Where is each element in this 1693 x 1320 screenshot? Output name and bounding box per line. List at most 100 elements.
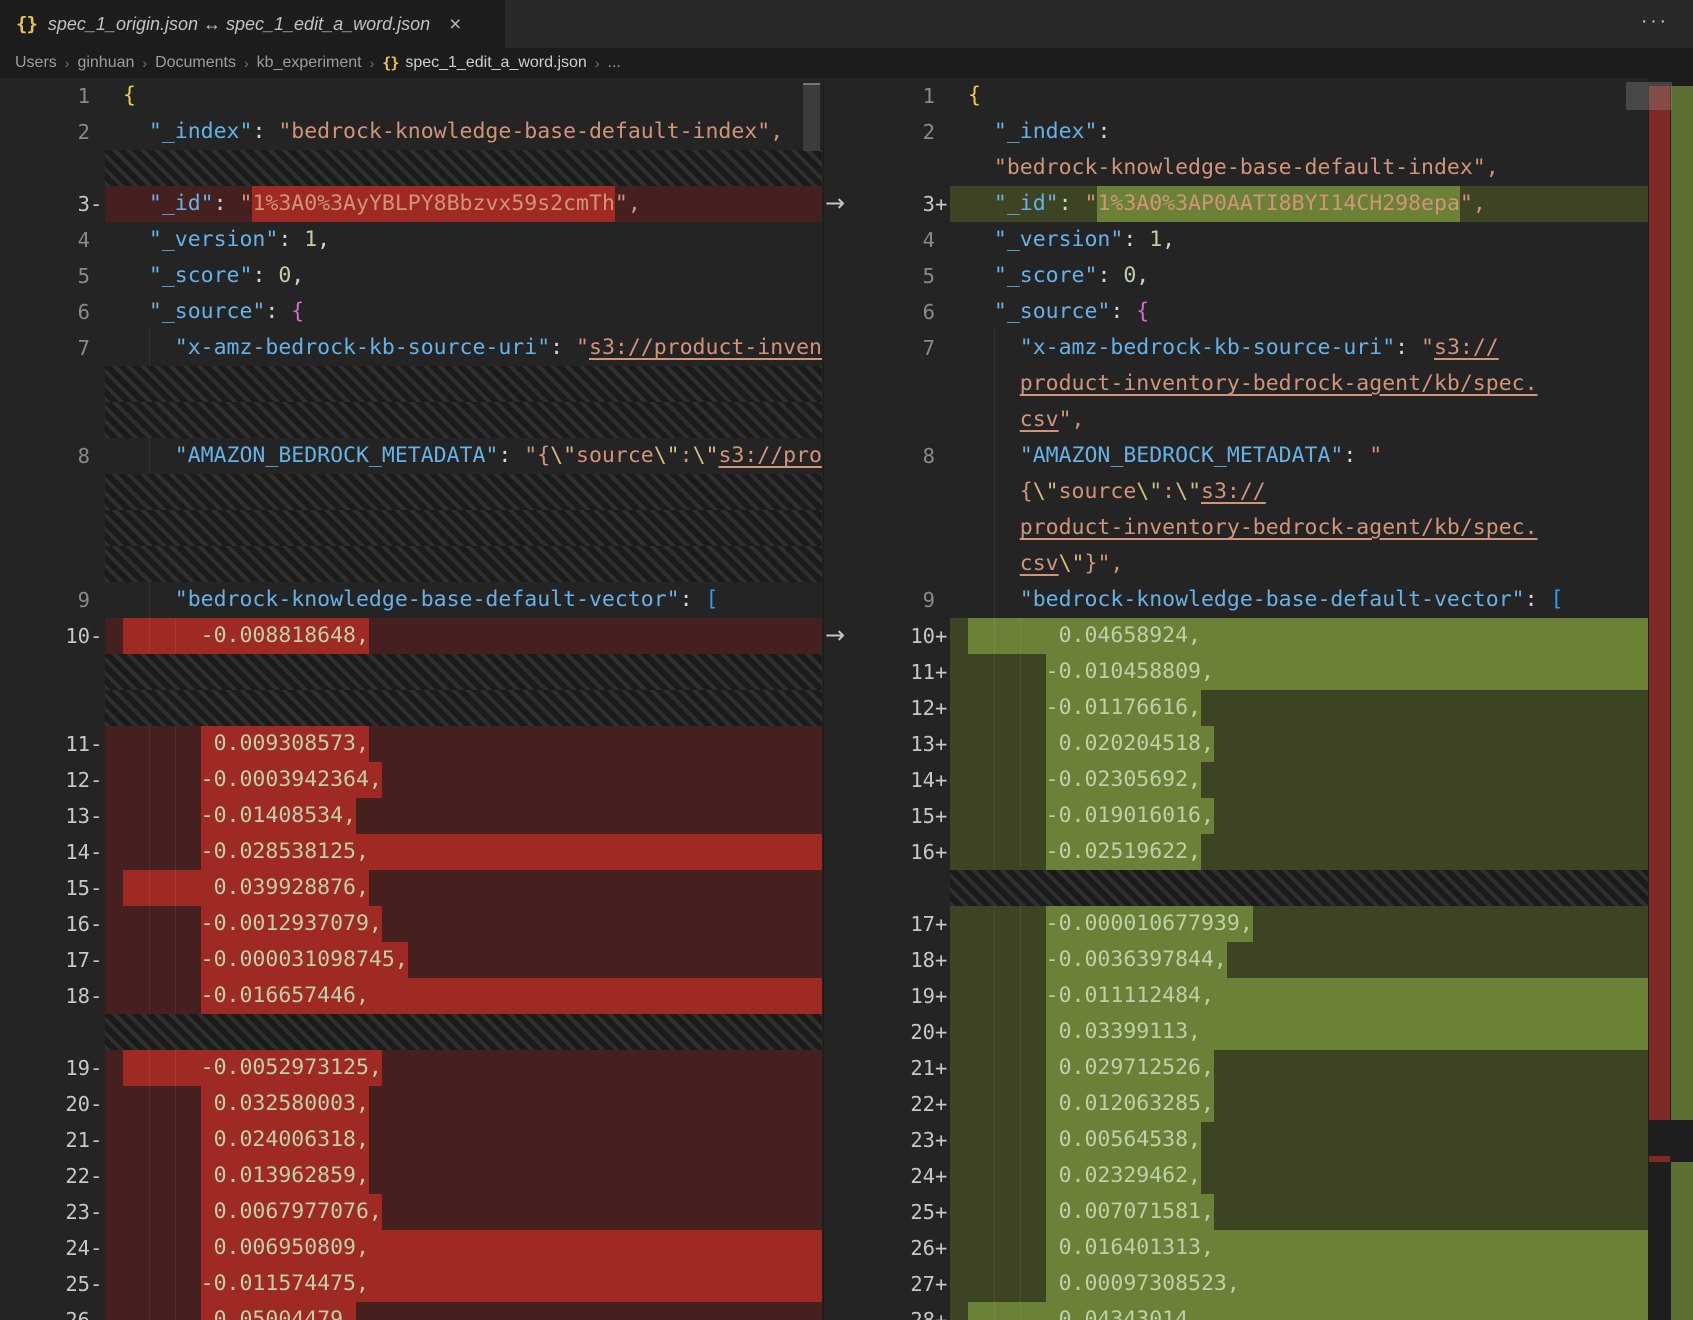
code-line[interactable]: 15- 0.039928876,: [0, 870, 822, 906]
code-line-content[interactable]: "_id": "1%3A0%3AP0AATI8BYI14CH298epa",: [950, 186, 1648, 222]
code-line[interactable]: 1{: [0, 78, 822, 114]
code-line-content[interactable]: "_score": 0,: [950, 258, 1648, 294]
code-line[interactable]: 8"AMAZON_BEDROCK_METADATA": ": [824, 438, 1648, 474]
code-line[interactable]: 10+ 0.04658924,: [824, 618, 1648, 654]
code-line-content[interactable]: 0.020204518,: [950, 726, 1648, 762]
code-line-content[interactable]: 0.00564538,: [950, 1122, 1648, 1158]
code-line-content[interactable]: "_source": {: [950, 294, 1648, 330]
code-line-content[interactable]: -0.000031098745,: [105, 942, 822, 978]
code-line-content[interactable]: -0.0052973125,: [105, 1050, 822, 1086]
code-line[interactable]: "bedrock-knowledge-base-default-index",: [824, 150, 1648, 186]
code-line[interactable]: 5"_score": 0,: [0, 258, 822, 294]
code-line-content[interactable]: -0.000010677939,: [950, 906, 1648, 942]
code-line[interactable]: 3+"_id": "1%3A0%3AP0AATI8BYI14CH298epa",: [824, 186, 1648, 222]
code-line-content[interactable]: 0.04658924,: [950, 618, 1648, 654]
code-line[interactable]: 4"_version": 1,: [0, 222, 822, 258]
code-line-content[interactable]: -0.019016016,: [950, 798, 1648, 834]
code-line[interactable]: 9"bedrock-knowledge-base-default-vector"…: [824, 582, 1648, 618]
code-line[interactable]: 13+ 0.020204518,: [824, 726, 1648, 762]
code-line[interactable]: product-inventory-bedrock-agent/kb/spec.: [824, 510, 1648, 546]
code-line-content[interactable]: "_score": 0,: [105, 258, 822, 294]
right-pane-scrollbar[interactable]: [1626, 82, 1672, 110]
code-line[interactable]: 5"_score": 0,: [824, 258, 1648, 294]
code-line-content[interactable]: -0.01176616,: [950, 690, 1648, 726]
code-line[interactable]: 28+ 0.04343014,: [824, 1302, 1648, 1320]
code-line-content[interactable]: 0.0067977076,: [105, 1194, 822, 1230]
code-line[interactable]: 21- 0.024006318,: [0, 1122, 822, 1158]
code-line-content[interactable]: 0.032580003,: [105, 1086, 822, 1122]
code-line[interactable]: 18+-0.0036397844,: [824, 942, 1648, 978]
code-line-content[interactable]: -0.011574475,: [105, 1266, 822, 1302]
code-line-content[interactable]: 0.029712526,: [950, 1050, 1648, 1086]
left-pane-scrollbar[interactable]: [803, 83, 820, 151]
overview-ruler[interactable]: [1648, 78, 1693, 1320]
code-line-content[interactable]: product-inventory-bedrock-agent/kb/spec.: [950, 366, 1648, 402]
code-line-content[interactable]: "_version": 1,: [950, 222, 1648, 258]
code-line[interactable]: 23+ 0.00564538,: [824, 1122, 1648, 1158]
diff-change-arrow-icon[interactable]: →: [825, 186, 865, 222]
code-line-content[interactable]: "_source": {: [105, 294, 822, 330]
code-line[interactable]: 22+ 0.012063285,: [824, 1086, 1648, 1122]
code-line-content[interactable]: 0.006950809,: [105, 1230, 822, 1266]
code-line-content[interactable]: 0.02329462,: [950, 1158, 1648, 1194]
code-line-content[interactable]: "AMAZON_BEDROCK_METADATA": "{\"source\":…: [105, 438, 822, 474]
code-line[interactable]: 13--0.01408534,: [0, 798, 822, 834]
code-line[interactable]: 16+-0.02519622,: [824, 834, 1648, 870]
code-line-content[interactable]: -0.02305692,: [950, 762, 1648, 798]
code-line[interactable]: 7"x-amz-bedrock-kb-source-uri": "s3://pr…: [0, 330, 822, 366]
code-line-content[interactable]: "AMAZON_BEDROCK_METADATA": ": [950, 438, 1648, 474]
code-line[interactable]: 25--0.011574475,: [0, 1266, 822, 1302]
code-line-content[interactable]: 0.009308573,: [105, 726, 822, 762]
code-line-content[interactable]: -0.016657446,: [105, 978, 822, 1014]
code-line[interactable]: 24+ 0.02329462,: [824, 1158, 1648, 1194]
code-line[interactable]: 12--0.0003942364,: [0, 762, 822, 798]
code-line[interactable]: 14+-0.02305692,: [824, 762, 1648, 798]
code-line[interactable]: 24- 0.006950809,: [0, 1230, 822, 1266]
breadcrumb-item[interactable]: ginhuan: [77, 54, 134, 72]
code-line[interactable]: 27+ 0.00097308523,: [824, 1266, 1648, 1302]
code-line-content[interactable]: 0.039928876,: [105, 870, 822, 906]
code-line-content[interactable]: "bedrock-knowledge-base-default-vector":…: [105, 582, 822, 618]
diff-change-arrow-icon[interactable]: →: [825, 618, 865, 654]
code-line-content[interactable]: "_version": 1,: [105, 222, 822, 258]
code-line-content[interactable]: {\"source\":\"s3://: [950, 474, 1648, 510]
code-line[interactable]: 10--0.008818648,: [0, 618, 822, 654]
code-line-content[interactable]: "_index":: [950, 114, 1648, 150]
breadcrumb-item[interactable]: Documents: [155, 54, 236, 72]
code-line-content[interactable]: csv",: [950, 402, 1648, 438]
code-line-content[interactable]: 0.05004479,: [105, 1302, 822, 1320]
code-line[interactable]: 6"_source": {: [0, 294, 822, 330]
code-line-content[interactable]: -0.010458809,: [950, 654, 1648, 690]
code-line-content[interactable]: 0.04343014,: [950, 1302, 1648, 1320]
code-line[interactable]: 20+ 0.03399113,: [824, 1014, 1648, 1050]
code-line[interactable]: 7"x-amz-bedrock-kb-source-uri": "s3://: [824, 330, 1648, 366]
code-line[interactable]: 14--0.028538125,: [0, 834, 822, 870]
code-line[interactable]: 17+-0.000010677939,: [824, 906, 1648, 942]
code-line-content[interactable]: "bedrock-knowledge-base-default-vector":…: [950, 582, 1648, 618]
code-line[interactable]: 26+ 0.016401313,: [824, 1230, 1648, 1266]
code-line-content[interactable]: {: [950, 78, 1648, 114]
code-line-content[interactable]: csv\"}",: [950, 546, 1648, 582]
code-line[interactable]: 9"bedrock-knowledge-base-default-vector"…: [0, 582, 822, 618]
breadcrumb-file[interactable]: spec_1_edit_a_word.json: [405, 54, 586, 72]
breadcrumb-item[interactable]: Users: [15, 54, 57, 72]
code-line-content[interactable]: product-inventory-bedrock-agent/kb/spec.: [950, 510, 1648, 546]
breadcrumb-symbol-path[interactable]: ...: [608, 54, 621, 72]
code-line[interactable]: 1{: [824, 78, 1648, 114]
code-line[interactable]: {\"source\":\"s3://: [824, 474, 1648, 510]
code-line-content[interactable]: -0.028538125,: [105, 834, 822, 870]
code-line[interactable]: 11- 0.009308573,: [0, 726, 822, 762]
code-line[interactable]: 6"_source": {: [824, 294, 1648, 330]
code-line-content[interactable]: 0.013962859,: [105, 1158, 822, 1194]
code-line[interactable]: 3-"_id": "1%3A0%3AyYBLPY8Bbzvx59s2cmTh",: [0, 186, 822, 222]
code-line[interactable]: 8"AMAZON_BEDROCK_METADATA": "{\"source\"…: [0, 438, 822, 474]
breadcrumb-item[interactable]: kb_experiment: [257, 54, 362, 72]
code-line-content[interactable]: -0.0036397844,: [950, 942, 1648, 978]
code-line-content[interactable]: "bedrock-knowledge-base-default-index",: [950, 150, 1648, 186]
code-line[interactable]: 2"_index": "bedrock-knowledge-base-defau…: [0, 114, 822, 150]
code-line[interactable]: 17--0.000031098745,: [0, 942, 822, 978]
code-line[interactable]: 18--0.016657446,: [0, 978, 822, 1014]
code-line[interactable]: 4"_version": 1,: [824, 222, 1648, 258]
code-line-content[interactable]: "x-amz-bedrock-kb-source-uri": "s3://: [950, 330, 1648, 366]
code-line[interactable]: product-inventory-bedrock-agent/kb/spec.: [824, 366, 1648, 402]
